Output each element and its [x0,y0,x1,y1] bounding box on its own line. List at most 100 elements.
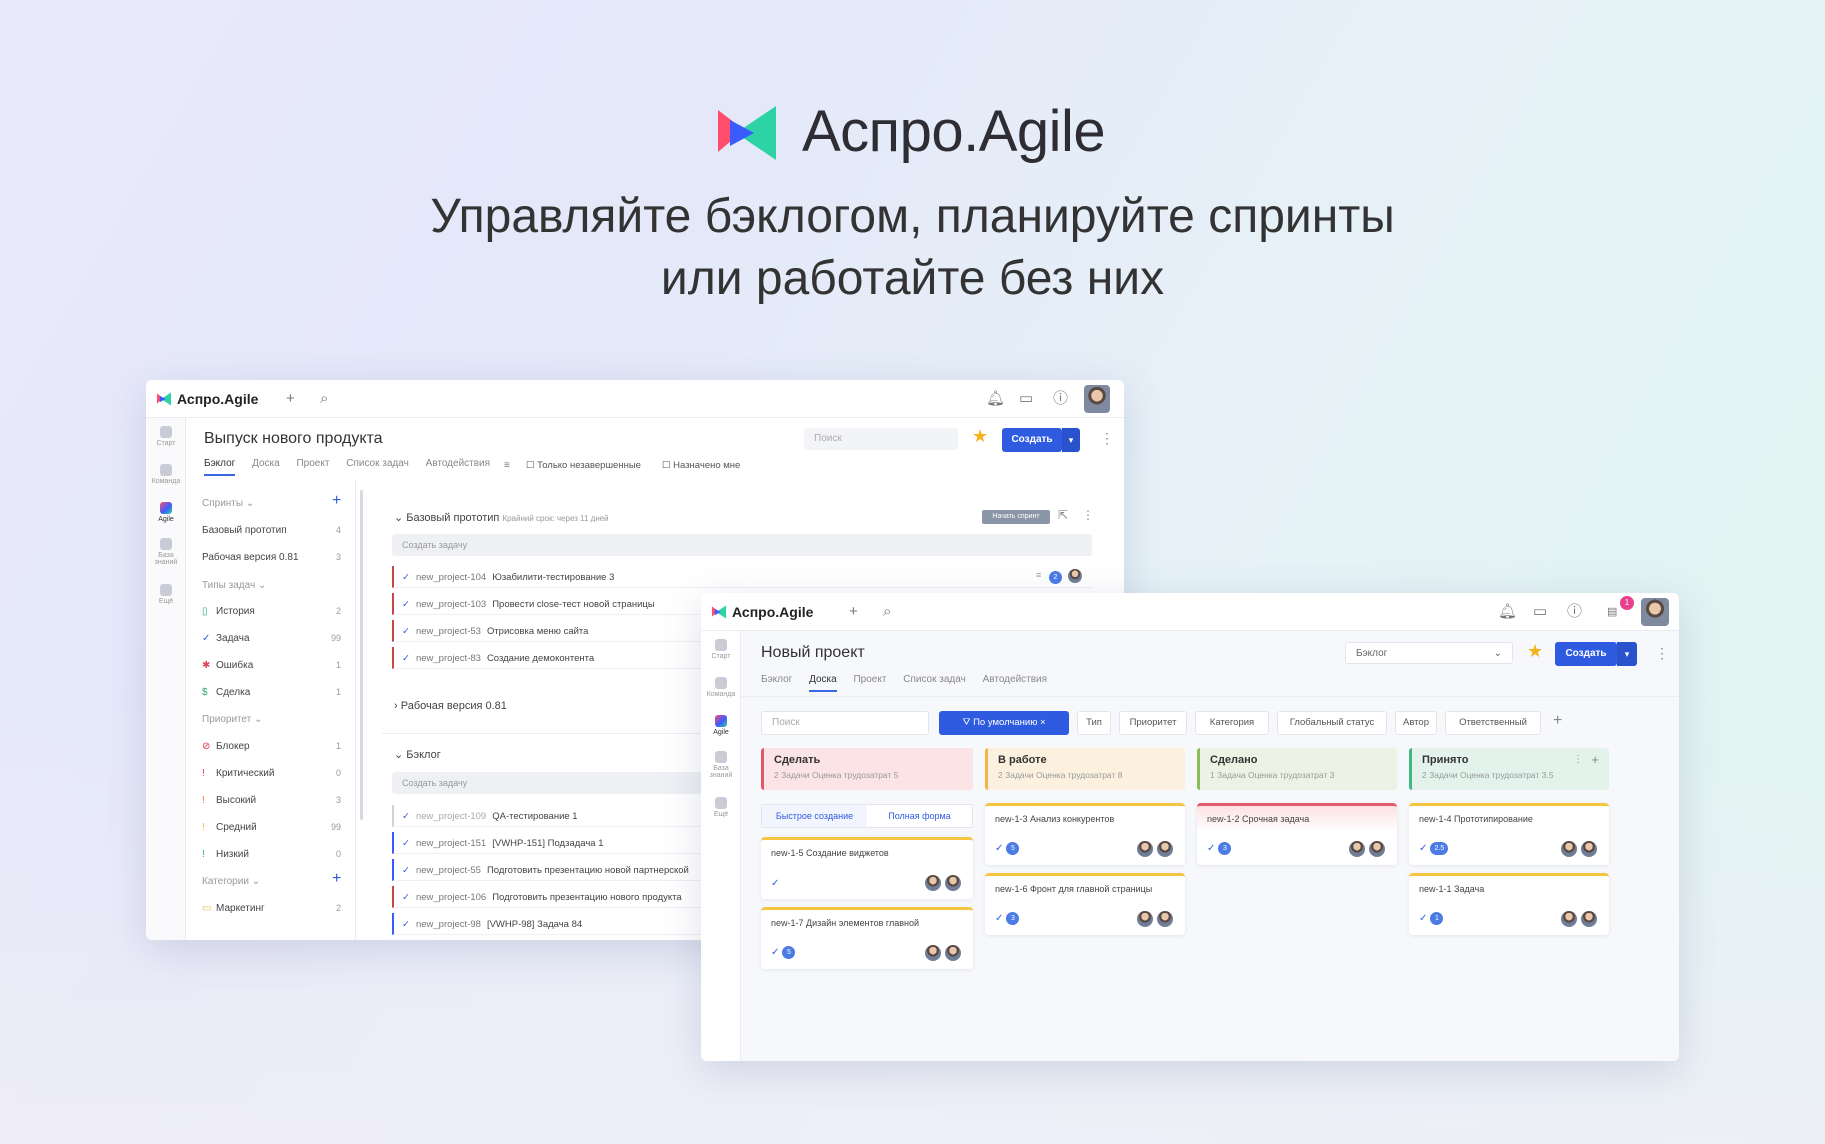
view-select[interactable]: Бэклог ⌄ [1345,642,1513,664]
avatar[interactable] [1369,841,1385,857]
search-icon[interactable]: ⌕ [883,604,891,620]
categories-heading[interactable]: Категории ⌄ [202,876,260,887]
close-icon[interactable]: × [1040,717,1046,728]
priority-item[interactable]: ! Средний 99 [202,822,341,836]
task-card[interactable]: new-1-6 Фронт для главной страницы ✓ 3 [985,873,1185,935]
chat-icon[interactable]: ▭ [1019,391,1033,407]
filter-icon[interactable]: ≡ [504,460,510,471]
task-card[interactable]: new-1-7 Дизайн элементов главной ✓ 5 [761,907,973,969]
help-icon[interactable]: ⓘ [1053,391,1068,407]
avatar[interactable] [1581,841,1597,857]
more-icon[interactable]: ⋮ [1082,508,1094,522]
search-input[interactable]: Поиск [804,428,958,450]
filter-category[interactable]: Категория [1195,711,1269,735]
avatar[interactable] [1068,569,1082,583]
rail-more[interactable]: Ещё [701,797,741,818]
tab-project[interactable]: Проект [296,458,329,469]
tab-quick-create[interactable]: Быстрое создание [762,805,867,827]
category-item[interactable]: ▭ Маркетинг 2 [202,903,341,917]
tab-tasklist[interactable]: Список задач [346,458,409,469]
create-task-input[interactable]: Создать задачу [392,534,1092,556]
tab-backlog[interactable]: Бэклог [761,674,792,685]
tab-board[interactable]: Доска [252,458,280,469]
avatar[interactable] [1561,841,1577,857]
bell-icon[interactable]: 🔔︎ [1498,604,1517,620]
add-sprint-icon[interactable]: + [332,492,341,510]
plus-icon[interactable]: + [849,604,858,620]
create-button[interactable]: Создать [1002,428,1062,452]
sprint-title[interactable]: › Рабочая версия 0.81 [394,700,507,712]
filter-type[interactable]: Тип [1077,711,1111,735]
create-button[interactable]: Создать [1555,642,1617,666]
plus-icon[interactable]: + [286,391,295,407]
avatar[interactable] [1641,598,1669,626]
avatar[interactable] [1137,911,1153,927]
sprint-title[interactable]: ⌄ Базовый прототип Крайний срок: через 1… [394,511,609,524]
avatar[interactable] [925,875,941,891]
search-icon[interactable]: ⌕ [320,391,328,407]
rail-team[interactable]: Команда [146,464,186,485]
rail-start[interactable]: Старт [701,639,741,660]
task-card[interactable]: new-1-3 Анализ конкурентов ✓ 5 [985,803,1185,865]
priority-item[interactable]: ⊘ Блокер 1 [202,741,341,755]
avatar[interactable] [1561,911,1577,927]
filter-priority[interactable]: Приоритет [1119,711,1187,735]
favorite-star-icon[interactable]: ★ [972,426,988,447]
filter-author[interactable]: Автор [1395,711,1437,735]
open-icon[interactable]: ⇱ [1058,508,1068,522]
avatar[interactable] [945,945,961,961]
help-icon[interactable]: ⓘ [1567,604,1582,620]
priority-heading[interactable]: Приоритет ⌄ [202,714,263,725]
task-card[interactable]: new-1-1 Задача ✓ 1 [1409,873,1609,935]
type-item[interactable]: ✓ Задача 99 [202,633,341,647]
type-item[interactable]: ✱ Ошибка 1 [202,660,341,674]
avatar[interactable] [1084,385,1110,413]
types-heading[interactable]: Типы задач ⌄ [202,580,266,591]
rail-agile[interactable]: Agile [146,502,186,523]
more-icon[interactable]: ⋮ [1573,754,1583,765]
rail-more[interactable]: Ещё [146,584,186,605]
filter-assignee[interactable]: Ответственный [1445,711,1541,735]
sprints-heading[interactable]: Спринты ⌄ [202,498,254,509]
type-item[interactable]: ▯ История 2 [202,606,341,620]
filter-default-chip[interactable]: ⛛ По умолчанию × [939,711,1069,735]
avatar[interactable] [1137,841,1153,857]
tab-automation[interactable]: Автодействия [426,458,490,469]
filter-global-status[interactable]: Глобальный статус [1277,711,1387,735]
chat-icon[interactable]: ▭ [1533,604,1547,620]
backlog-title[interactable]: ⌄ Бэклог [394,748,441,761]
add-icon[interactable]: + [1591,752,1599,767]
tab-board[interactable]: Доска [809,674,837,692]
task-card[interactable]: new-1-5 Создание виджетов ✓ [761,837,973,899]
rail-start[interactable]: Старт [146,426,186,447]
rail-team[interactable]: Команда [701,677,741,698]
tab-tasklist[interactable]: Список задач [903,674,966,685]
table-row[interactable]: ✓ new_project-104 Юзабилити-тестирование 3 [392,566,1092,588]
avatar[interactable] [1157,911,1173,927]
add-category-icon[interactable]: + [332,870,341,888]
more-icon[interactable]: ⋮ [1655,645,1669,662]
priority-item[interactable]: ! Критический 0 [202,768,341,782]
rail-kb[interactable]: База знаний [701,751,741,779]
start-sprint-button[interactable]: Начать спринт [982,510,1050,524]
scrollbar[interactable] [360,490,363,820]
priority-item[interactable]: ! Высокий 3 [202,795,341,809]
avatar[interactable] [1349,841,1365,857]
tab-backlog[interactable]: Бэклог [204,458,236,476]
filter-incomplete[interactable]: ☐ Только незавершенные [526,460,641,471]
avatar[interactable] [1581,911,1597,927]
create-dropdown-icon[interactable]: ▾ [1617,642,1637,666]
create-dropdown-icon[interactable]: ▾ [1062,428,1080,452]
news-icon[interactable]: ▤ [1607,604,1617,620]
more-icon[interactable]: ⋮ [1100,430,1114,447]
sprint-item[interactable]: Рабочая версия 0.81 3 [202,552,341,566]
add-filter-icon[interactable]: + [1553,712,1562,730]
task-card[interactable]: new-1-4 Прототипирование ✓ 2.5 [1409,803,1609,865]
avatar[interactable] [945,875,961,891]
type-item[interactable]: $ Сделка 1 [202,687,341,701]
bell-icon[interactable]: 🔔︎ [986,391,1005,407]
rail-agile[interactable]: Agile [701,715,741,736]
tab-project[interactable]: Проект [853,674,886,685]
priority-item[interactable]: ! Низкий 0 [202,849,341,863]
rail-kb[interactable]: База знаний [146,538,186,566]
